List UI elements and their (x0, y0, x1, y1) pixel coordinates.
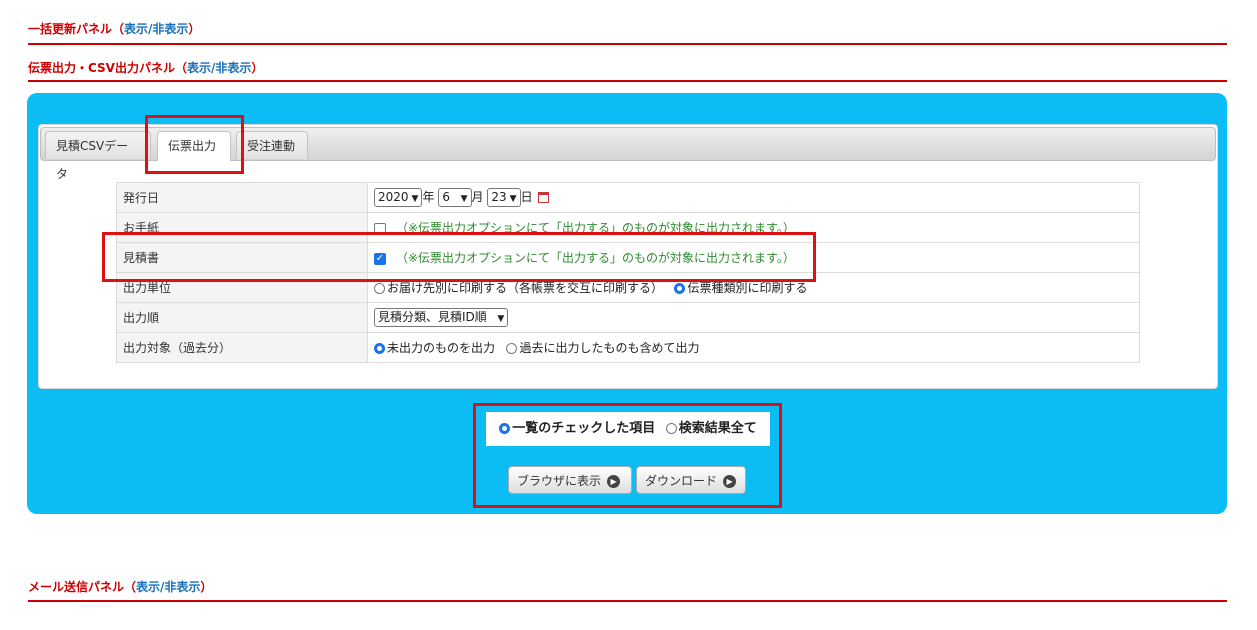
output-order-select[interactable]: 見積分類、見積ID順 ▼ (374, 308, 509, 327)
slip-output-toggle-link[interactable]: 表示/非表示 (187, 61, 251, 75)
year-select[interactable]: 2020 ▼ (374, 188, 423, 207)
bulk-update-panel-header: 一括更新パネル（表示/非表示） (28, 20, 1227, 45)
output-target-radio-include-past[interactable] (506, 343, 518, 354)
output-order-label: 出力順 (116, 302, 368, 333)
highlight-box-estimate-row (102, 232, 816, 282)
month-select[interactable]: 6 ▼ (438, 188, 472, 207)
chevron-down-icon: ▼ (460, 194, 468, 204)
calendar-icon[interactable] (538, 192, 550, 203)
form-row-output-target: 出力対象（過去分） 未出力のものを出力 過去に出力したものも含めて出力 (116, 332, 1140, 363)
highlight-box-tab (145, 115, 244, 174)
chevron-down-icon: ▼ (497, 314, 505, 324)
chevron-down-icon: ▼ (509, 194, 517, 204)
form-row-issue-date: 発行日 2020 ▼ 年 6 ▼ 月 23 ▼ 日 (116, 182, 1140, 213)
output-target-radio-unoutput[interactable] (374, 343, 385, 354)
tab-estimate-csv[interactable]: 見積CSVデータ (45, 131, 151, 181)
highlight-box-actions (473, 403, 782, 508)
output-unit-radio-destination[interactable] (374, 283, 385, 294)
issue-date-label: 発行日 (116, 182, 368, 213)
mail-panel-header: メール送信パネル（表示/非表示） (28, 578, 1227, 602)
slip-output-panel-title: 伝票出力・CSV出力パネル (28, 61, 175, 75)
mail-toggle-link[interactable]: 表示/非表示 (136, 580, 200, 594)
form-row-output-order: 出力順 見積分類、見積ID順 ▼ (116, 302, 1140, 333)
day-select[interactable]: 23 ▼ (487, 188, 521, 207)
chevron-down-icon: ▼ (411, 194, 419, 204)
slip-output-panel-header: 伝票出力・CSV出力パネル（表示/非表示） (28, 59, 1227, 82)
bulk-update-panel-title: 一括更新パネル (28, 22, 113, 36)
output-unit-radio-slip-type[interactable] (674, 283, 686, 294)
output-target-label: 出力対象（過去分） (116, 332, 368, 363)
bulk-update-toggle-link[interactable]: 表示/非表示 (124, 22, 188, 36)
tab-order-link[interactable]: 受注連動 (236, 131, 308, 159)
mail-panel-title: メール送信パネル (28, 580, 125, 594)
